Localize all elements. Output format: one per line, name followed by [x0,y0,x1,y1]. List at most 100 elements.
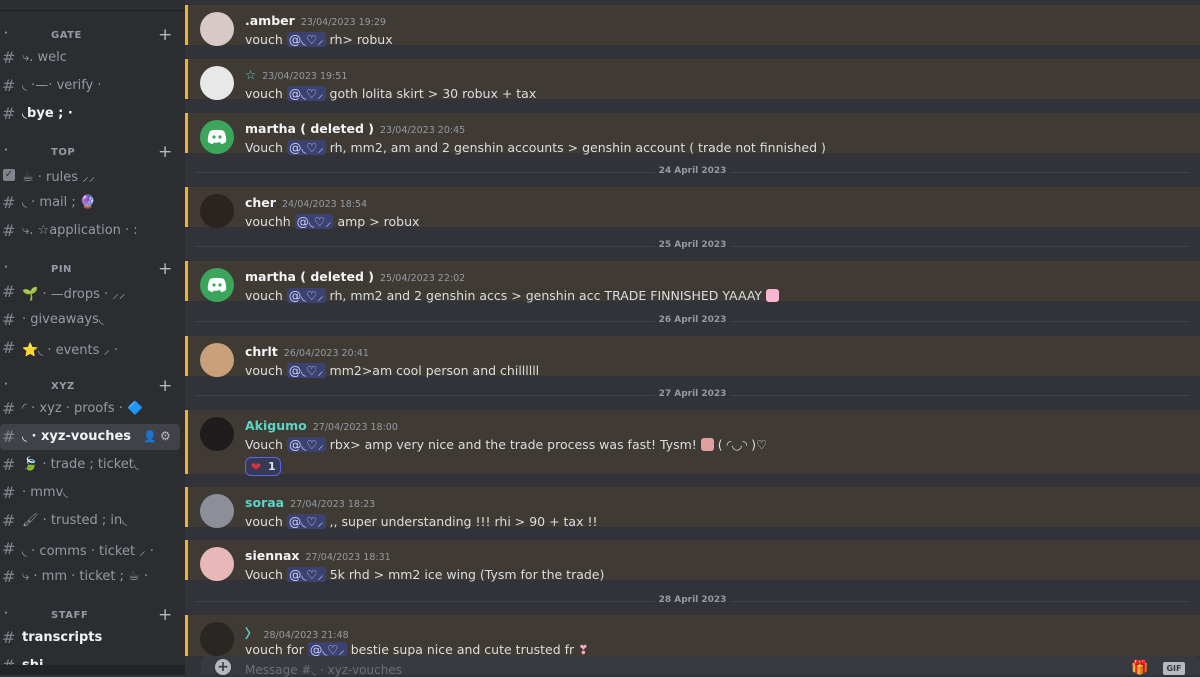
message[interactable]: ☆ 23/04/2023 19:51 vouch @◟♡⸝ goth lolita… [185,59,1200,101]
channel-label: ◟ · comms · ticket ⸝ · [22,544,154,559]
message-author[interactable]: martha ( deleted ) 25/04/2023 22:02 [245,269,465,284]
message[interactable]: siennax 27/04/2023 18:31 Vouch @◟♡⸝ 5k rh… [185,540,1200,583]
message[interactable]: cher 24/04/2023 18:54 vouchh @◟♡⸝ amp > r… [185,187,1200,229]
add-channel-icon[interactable]: + [158,259,173,279]
message-author[interactable]: martha ( deleted ) 23/04/2023 20:45 [245,121,465,136]
add-channel-icon[interactable]: + [158,376,173,396]
message-author[interactable]: soraa 27/04/2023 18:23 [245,495,375,510]
user-mention[interactable]: @◟♡⸝ [286,567,326,582]
invite-member-icon[interactable]: 👤 [143,430,157,443]
message[interactable]: 〉 28/04/2023 21:48 vouch for @◟♡⸝ bestie … [185,615,1200,657]
author-name[interactable]: Akigumo [245,418,307,433]
message[interactable]: martha ( deleted ) 23/04/2023 20:45 Vouch… [185,113,1200,156]
message-author[interactable]: 〉 28/04/2023 21:48 [245,623,349,642]
author-name[interactable]: martha ( deleted ) [245,121,374,136]
date-divider: 27 April 2023 [195,389,1190,401]
message-author[interactable]: Akigumo 27/04/2023 18:00 [245,418,398,433]
category-xyz[interactable]: · XYZ + [0,376,185,397]
avatar[interactable] [200,622,234,656]
channel-mail[interactable]: # ◟ · mail ; 🔮 [0,190,180,216]
message-content: Vouch @◟♡⸝ rh, mm2, am and 2 genshin acc… [245,139,826,156]
user-mention[interactable]: @◟♡⸝ [286,288,326,303]
message-author[interactable]: .amber 23/04/2023 19:29 [245,13,386,28]
author-name[interactable]: soraa [245,495,284,510]
anime-emoji-icon[interactable] [700,438,714,451]
channel-xyz-proofs[interactable]: # ◜ · xyz · proofs · 🔷 [0,396,180,422]
message[interactable]: chrlt 26/04/2023 20:41 vouch @◟♡⸝ mm2>am … [185,336,1200,378]
category-gate[interactable]: · GATE + [0,25,185,46]
user-mention[interactable]: @◟♡⸝ [307,642,347,657]
add-channel-icon[interactable]: + [158,605,173,625]
avatar[interactable] [200,12,234,46]
author-name[interactable]: chrlt [245,344,278,359]
reaction-count: 1 [268,460,276,473]
channel-rules[interactable]: ✓ ☕ · rules ⸝⸝ [0,162,180,188]
category-staff[interactable]: · STAFF + [0,605,185,626]
hash-icon: # [2,427,16,446]
avatar[interactable] [200,547,234,581]
gift-icon[interactable]: 🎁 [1131,660,1148,676]
channel-trade-ticket[interactable]: # 🍃 · trade ; ticket◟ [0,452,180,478]
channel-application[interactable]: # ⤷. ☆application · : [0,218,180,244]
avatar[interactable] [200,194,234,228]
user-mention[interactable]: @◟♡⸝ [286,86,326,101]
channel-verify[interactable]: # ◟ ·—· verify · [0,73,180,99]
channel-trusted[interactable]: # 🖌 · trusted ; in◟ [0,508,180,534]
author-name[interactable]: martha ( deleted ) [245,269,374,284]
user-mention[interactable]: @◟♡⸝ [286,437,326,452]
message-composer[interactable]: + Message #◟ · xyz-vouches 🎁 GIF [201,656,1200,677]
user-mention[interactable]: @◟♡⸝ [294,214,334,229]
author-name[interactable]: .amber [245,13,295,28]
message[interactable]: .amber 23/04/2023 19:29 vouch @◟♡⸝ rh> ro… [185,5,1200,47]
message[interactable]: soraa 27/04/2023 18:23 vouch @◟♡⸝ ,, supe… [185,487,1200,529]
channel-transcripts[interactable]: # transcripts [0,625,180,651]
channel-mm-ticket[interactable]: # ⤷ · mm · ticket ; ☕ · [0,564,180,590]
heart-reaction[interactable]: ❤ 1 [245,457,281,476]
channel-mmv[interactable]: # · mmv◟ [0,480,180,506]
add-channel-icon[interactable]: + [158,25,173,45]
channel-xyz-vouches[interactable]: # ◟ · xyz-vouches 👤 ⚙ [0,424,180,450]
message[interactable]: martha ( deleted ) 25/04/2023 22:02 vouch… [185,261,1200,303]
gear-icon[interactable]: ⚙ [160,429,171,443]
author-name[interactable]: ☆ [245,67,256,82]
date-divider-label: 26 April 2023 [654,315,731,325]
message-author[interactable]: siennax 27/04/2023 18:31 [245,548,391,563]
user-mention[interactable]: @◟♡⸝ [286,514,326,529]
channel-giveaways[interactable]: # · giveaways◟ [0,307,180,333]
message-text: rh> robux [329,32,393,47]
category-dot: · [4,262,9,273]
add-channel-icon[interactable]: + [158,142,173,162]
channel-bye[interactable]: # ◟bye ; · [0,101,180,127]
message[interactable]: Akigumo 27/04/2023 18:00 Vouch @◟♡⸝ rbx> … [185,410,1200,476]
gif-picker-icon[interactable]: GIF [1163,662,1185,675]
message-author[interactable]: cher 24/04/2023 18:54 [245,195,367,210]
message-content: Vouch @◟♡⸝ 5k rhd > mm2 ice wing (Tysm f… [245,566,604,583]
message-author[interactable]: chrlt 26/04/2023 20:41 [245,344,369,359]
avatar[interactable] [200,120,234,154]
category-top[interactable]: · TOP + [0,142,185,163]
bunny-emoji-icon[interactable] [766,289,780,302]
avatar[interactable] [200,66,234,100]
channel-drops[interactable]: # 🌱 · —drops · ⸝⸝ [0,279,180,305]
hash-icon: # [2,221,16,240]
heart-icon: ❤ [251,460,262,474]
avatar[interactable] [200,417,234,451]
message-text: mm2>am cool person and chillllll [329,363,540,378]
message-author[interactable]: ☆ 23/04/2023 19:51 [245,67,347,82]
user-mention[interactable]: @◟♡⸝ [286,32,326,47]
channel-welc[interactable]: # ⤷. welc [0,45,180,71]
avatar[interactable] [200,268,234,302]
user-mention[interactable]: @◟♡⸝ [286,363,326,378]
avatar[interactable] [200,343,234,377]
date-divider-label: 24 April 2023 [654,166,731,176]
channel-comms-ticket[interactable]: # ◟ · comms · ticket ⸝ · [0,536,180,562]
category-pin[interactable]: · PIN + [0,259,185,280]
user-mention[interactable]: @◟♡⸝ [286,140,326,155]
author-name[interactable]: cher [245,195,276,210]
avatar[interactable] [200,494,234,528]
channel-events[interactable]: # ⭐◟ · events ⸝ · [0,335,180,361]
add-attachment-icon[interactable]: + [215,659,231,675]
author-name[interactable]: 〉 [245,626,258,641]
hash-icon: # [2,567,16,586]
author-name[interactable]: siennax [245,548,300,563]
